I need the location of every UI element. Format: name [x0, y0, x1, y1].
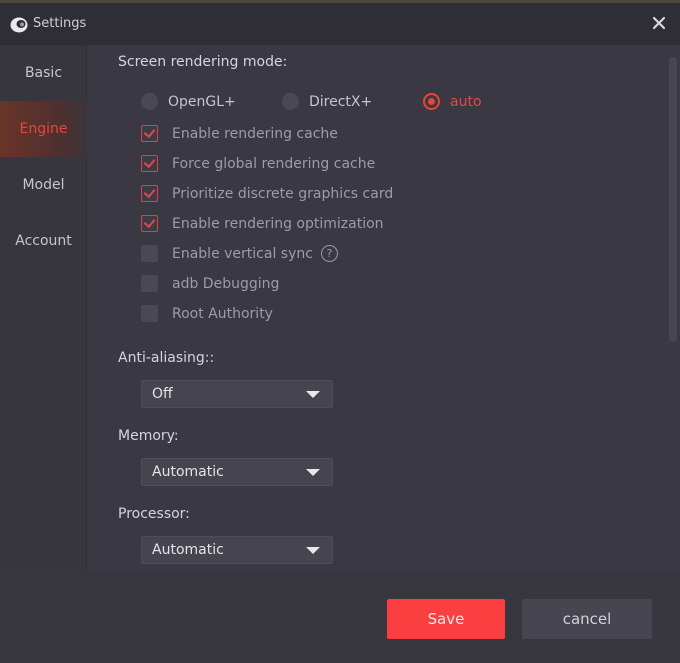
sidebar-item-label: Basic [24, 65, 63, 81]
select-value: Automatic [152, 542, 224, 558]
engine-settings-panel: Screen rendering mode: OpenGL+ DirectX+ … [88, 45, 680, 570]
checkbox-prioritize-discrete-gpu[interactable]: Prioritize discrete graphics card [141, 185, 393, 202]
title-bar: Settings [0, 3, 680, 45]
processor-label: Processor: [118, 506, 190, 522]
anti-aliasing-select[interactable]: Off [141, 380, 333, 408]
sidebar-item-label: Account [15, 233, 72, 249]
close-icon[interactable] [650, 14, 668, 32]
anti-aliasing-label: Anti-aliasing:: [118, 350, 215, 366]
sidebar-item-label: Engine [19, 121, 68, 137]
select-value: Automatic [152, 464, 224, 480]
sidebar-item-engine[interactable]: Engine [0, 101, 87, 157]
radio-label: auto [450, 93, 482, 110]
checkbox-label: Prioritize discrete graphics card [172, 185, 394, 202]
sidebar: Basic Engine Model Account [0, 45, 87, 570]
radio-auto[interactable]: auto [423, 93, 482, 110]
caret-down-icon [306, 469, 320, 476]
radio-indicator [282, 93, 299, 110]
rendering-mode-label: Screen rendering mode: [118, 54, 288, 70]
checkbox-box [141, 185, 158, 202]
checkbox-label: Root Authority [172, 305, 273, 322]
checkbox-box [141, 215, 158, 232]
memory-select[interactable]: Automatic [141, 458, 333, 486]
sidebar-item-model[interactable]: Model [0, 157, 87, 213]
caret-down-icon [306, 547, 320, 554]
radio-indicator [423, 93, 440, 110]
sidebar-item-label: Model [22, 177, 65, 193]
checkbox-enable-rendering-cache[interactable]: Enable rendering cache [141, 125, 338, 142]
checkbox-label: Enable rendering cache [172, 125, 338, 142]
checkbox-box [141, 275, 158, 292]
checkbox-label: Force global rendering cache [172, 155, 376, 172]
checkbox-label: Enable vertical sync [172, 245, 313, 262]
checkbox-enable-rendering-optimization[interactable]: Enable rendering optimization [141, 215, 384, 232]
radio-opengl[interactable]: OpenGL+ [141, 93, 236, 110]
scrollbar-thumb[interactable] [669, 57, 677, 342]
checkbox-box [141, 125, 158, 142]
radio-indicator [141, 93, 158, 110]
checkbox-adb-debugging[interactable]: adb Debugging [141, 275, 279, 292]
checkbox-enable-vertical-sync[interactable]: Enable vertical sync ? [141, 245, 338, 262]
radio-directx[interactable]: DirectX+ [282, 93, 372, 110]
radio-label: OpenGL+ [168, 93, 236, 110]
app-logo-icon [10, 17, 28, 33]
checkbox-force-global-rendering-cache[interactable]: Force global rendering cache [141, 155, 375, 172]
processor-select[interactable]: Automatic [141, 536, 333, 564]
radio-label: DirectX+ [309, 93, 373, 110]
question-circle-icon[interactable]: ? [320, 245, 338, 262]
window-title: Settings [33, 16, 87, 31]
select-value: Off [152, 386, 173, 402]
sidebar-item-account[interactable]: Account [0, 213, 87, 269]
checkbox-label: adb Debugging [172, 275, 280, 292]
sidebar-item-basic[interactable]: Basic [0, 45, 87, 101]
checkbox-box [141, 155, 158, 172]
save-button[interactable]: Save [387, 599, 505, 639]
memory-label: Memory: [118, 428, 179, 444]
checkbox-label: Enable rendering optimization [172, 215, 384, 232]
cancel-button[interactable]: cancel [522, 599, 652, 639]
checkbox-box [141, 305, 158, 322]
checkbox-box [141, 245, 158, 262]
dialog-footer: Save cancel [0, 570, 680, 663]
checkbox-root-authority[interactable]: Root Authority [141, 305, 273, 322]
caret-down-icon [306, 391, 320, 398]
